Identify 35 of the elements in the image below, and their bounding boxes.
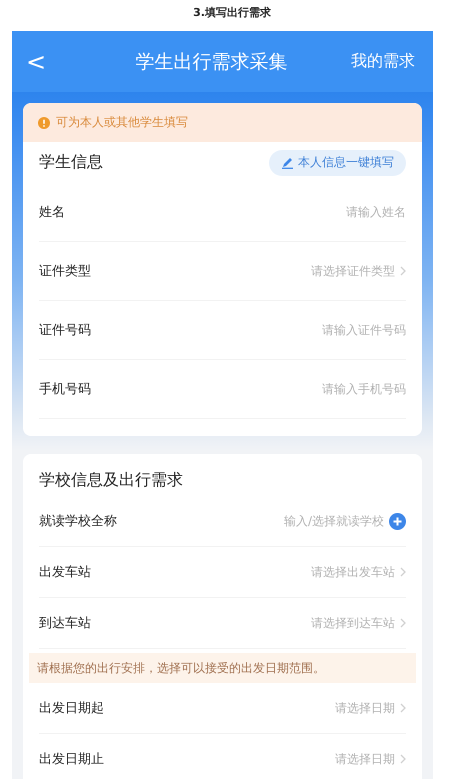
field-label: 到达车站	[39, 615, 91, 632]
chevron-icon	[400, 754, 406, 764]
select-field[interactable]: 请选择到达车站	[311, 614, 406, 632]
field-label: 证件号码	[39, 322, 91, 339]
input-field[interactable]: 请输入手机号码	[226, 382, 406, 396]
field-label: 证件类型	[39, 263, 91, 280]
select-field[interactable]: 请选择日期	[335, 700, 406, 716]
field-label: 姓名	[39, 204, 65, 221]
field-label: 出发车站	[39, 564, 91, 581]
date-range-hint: 请根据您的出行安排，选择可以接受的出发日期范围。	[29, 653, 416, 683]
section-title: 学生信息	[39, 152, 103, 173]
input-field[interactable]: 请输入姓名	[226, 205, 406, 219]
pencil-icon	[281, 156, 294, 169]
field-label: 手机号码	[39, 381, 91, 398]
page-caption: 3.填写出行需求	[192, 5, 272, 21]
select-field[interactable]: 请选择出发车站	[311, 564, 406, 580]
chevron-icon	[400, 618, 406, 628]
select-field[interactable]: 请选择证件类型	[311, 262, 406, 280]
field-label: 出发日期止	[39, 751, 104, 768]
back-button[interactable]: <	[12, 48, 52, 76]
autofill-button[interactable]: 本人信息一键填写	[269, 150, 406, 176]
field-label: 出发日期起	[39, 700, 104, 717]
select-field[interactable]: 请选择日期	[335, 750, 406, 768]
my-requests-link[interactable]: 我的需求	[341, 51, 433, 72]
chevron-icon	[400, 266, 406, 276]
notice-text: 可为本人或其他学生填写	[56, 114, 188, 131]
field-label: 就读学校全称	[39, 513, 117, 530]
warning-icon	[38, 116, 50, 128]
section-title: 学校信息及出行需求	[39, 470, 183, 490]
plus-icon	[389, 512, 406, 530]
school-field[interactable]: 输入/选择就读学校	[284, 512, 406, 530]
page-title: 学生出行需求采集	[134, 50, 288, 74]
chevron-icon	[400, 703, 406, 713]
chevron-icon	[400, 567, 406, 577]
input-field[interactable]: 请输入证件号码	[226, 323, 406, 337]
